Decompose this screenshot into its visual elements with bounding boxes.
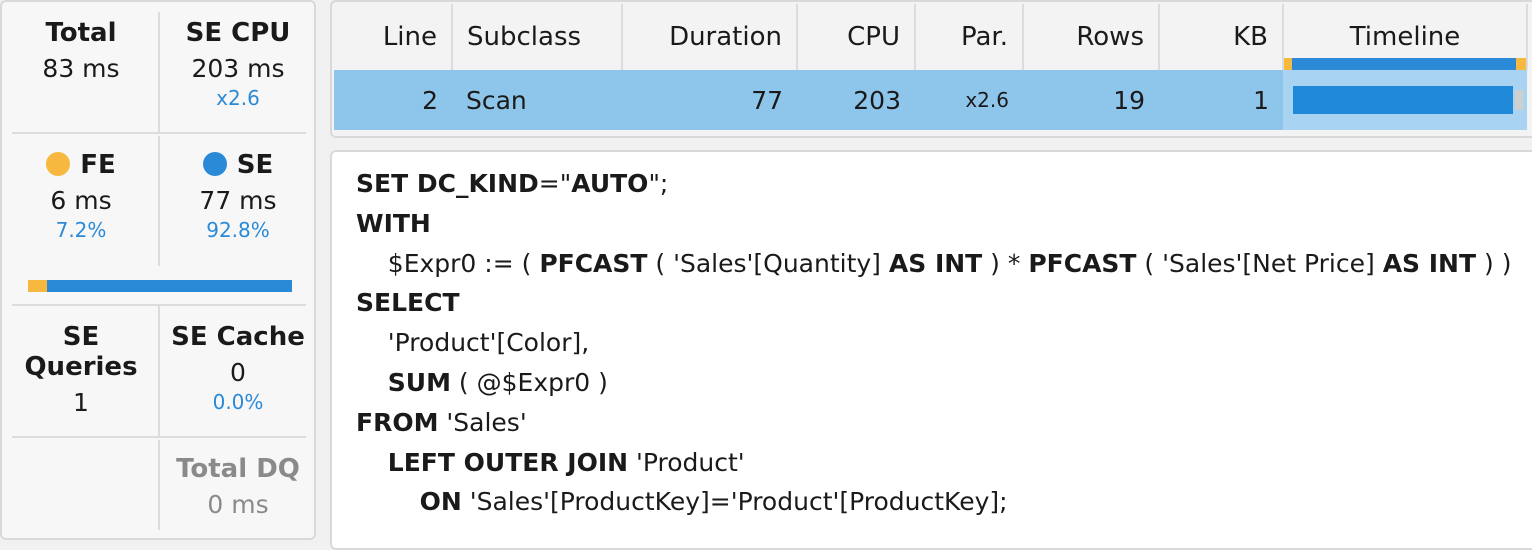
- fe-dot-icon: [46, 152, 71, 176]
- grid-header-row: Line Subclass Duration CPU Par. Rows KB …: [334, 4, 1528, 70]
- timeline-bar: [1293, 86, 1513, 114]
- se-bar-segment: [47, 280, 292, 292]
- query-token: 'Sales': [438, 407, 527, 437]
- query-keyword: ON: [419, 487, 462, 517]
- metrics-panel: Total 83 ms SE CPU 203 ms x2.6 FE 6 ms 7…: [0, 0, 316, 540]
- total-value: 83 ms: [42, 54, 120, 83]
- se-queries-grid-panel: Line Subclass Duration CPU Par. Rows KB …: [330, 0, 1532, 138]
- column-header-subclass[interactable]: Subclass: [452, 4, 623, 70]
- se-metric: SE 77 ms 92.8%: [160, 150, 316, 242]
- query-token: 'Product': [628, 447, 745, 477]
- se-queries-metric: SE Queries 1: [2, 322, 160, 418]
- fe-label: FE: [80, 150, 116, 180]
- total-dq-value: 0 ms: [207, 490, 269, 519]
- se-queries-label: SE Queries: [24, 322, 138, 382]
- cell-rows: 19: [1023, 70, 1159, 130]
- query-token: ( 'Sales'[Net Price]: [1136, 248, 1383, 278]
- cell-subclass: Scan: [452, 70, 622, 130]
- column-header-line[interactable]: Line: [334, 4, 453, 70]
- query-keyword: PFCAST: [1028, 248, 1137, 278]
- column-header-rows[interactable]: Rows: [1023, 4, 1160, 70]
- se-cpu-ratio: x2.6: [216, 86, 260, 110]
- query-text[interactable]: SET DC_KIND="AUTO"; WITH $Expr0 := ( PFC…: [356, 164, 1511, 522]
- query-line: FROM 'Sales': [356, 408, 527, 437]
- column-header-timeline[interactable]: Timeline: [1283, 4, 1528, 70]
- se-label: SE: [236, 150, 274, 180]
- query-keyword: WITH: [356, 208, 431, 238]
- se-cpu-value: 203 ms: [191, 54, 285, 83]
- query-token: ) *: [982, 248, 1029, 278]
- query-keyword: AS INT: [888, 248, 983, 278]
- se-queries-grid: Line Subclass Duration CPU Par. Rows KB …: [334, 4, 1528, 130]
- fe-bar-segment: [28, 280, 47, 292]
- divider: [12, 132, 306, 134]
- table-row[interactable]: 2 Scan 77 203 x2.6 19 1: [334, 70, 1527, 130]
- se-value: 77 ms: [199, 186, 277, 215]
- se-cache-metric: SE Cache 0 0.0%: [160, 322, 316, 414]
- timeline-end-marker: [1515, 90, 1523, 110]
- fe-metric: FE 6 ms 7.2%: [2, 150, 160, 242]
- se-cpu-label: SE CPU: [185, 18, 291, 48]
- query-token: 'Sales'[ProductKey]='Product'[ProductKey…: [461, 487, 1008, 517]
- query-token: =": [538, 169, 572, 198]
- se-cache-label: SE Cache: [171, 322, 305, 352]
- cell-kb: 1: [1159, 70, 1283, 130]
- query-token: ) ): [1476, 248, 1512, 278]
- query-line: SET DC_KIND="AUTO";: [356, 169, 668, 198]
- query-keyword: SELECT: [356, 288, 460, 318]
- query-line: $Expr0 := ( PFCAST ( 'Sales'[Quantity] A…: [356, 248, 1512, 278]
- query-token: ( 'Sales'[Quantity]: [647, 248, 889, 278]
- cell-timeline: [1283, 70, 1527, 130]
- query-token: 'Product'[Color],: [356, 328, 590, 358]
- cell-line: 2: [334, 70, 452, 130]
- se-cpu-metric: SE CPU 203 ms x2.6: [160, 18, 316, 110]
- cell-par: x2.6: [915, 70, 1023, 130]
- column-header-par[interactable]: Par.: [915, 4, 1024, 70]
- timeline-fe-end-marker: [1516, 58, 1526, 70]
- query-keyword: LEFT OUTER JOIN: [387, 447, 629, 477]
- se-cache-value: 0: [230, 358, 246, 387]
- column-header-duration[interactable]: Duration: [622, 4, 798, 70]
- query-token: [356, 448, 388, 477]
- query-keyword: SUM: [387, 367, 451, 397]
- timeline-overview-bar: [1284, 58, 1526, 70]
- se-cache-percent: 0.0%: [212, 390, 264, 414]
- query-line: WITH: [356, 209, 431, 238]
- column-header-cpu[interactable]: CPU: [797, 4, 916, 70]
- query-keyword: SET DC_KIND: [356, 169, 539, 198]
- cell-cpu: 203: [797, 70, 915, 130]
- query-token: ";: [648, 169, 669, 198]
- fe-value: 6 ms: [50, 186, 112, 215]
- query-token: [356, 487, 420, 516]
- query-text-panel[interactable]: SET DC_KIND="AUTO"; WITH $Expr0 := ( PFC…: [330, 150, 1532, 550]
- divider: [12, 436, 306, 438]
- fe-percent: 7.2%: [55, 218, 107, 242]
- query-keyword: AS INT: [1382, 248, 1477, 278]
- query-token: $Expr0 := (: [356, 248, 540, 278]
- query-line: SUM ( @$Expr0 ): [356, 368, 608, 397]
- query-line: LEFT OUTER JOIN 'Product': [356, 448, 745, 477]
- query-line: ON 'Sales'[ProductKey]='Product'[Product…: [356, 487, 1008, 516]
- total-metric: Total 83 ms: [2, 18, 160, 84]
- query-keyword: FROM: [356, 407, 439, 437]
- fe-se-split-bar: [28, 280, 292, 292]
- total-label: Total: [45, 18, 117, 48]
- query-line: 'Product'[Color],: [356, 328, 589, 357]
- cell-duration: 77: [622, 70, 797, 130]
- total-dq-label: Total DQ: [176, 454, 300, 484]
- query-keyword: AUTO: [571, 169, 649, 198]
- query-token: [356, 368, 388, 397]
- divider: [12, 304, 306, 306]
- timeline-fe-start-marker: [1284, 58, 1292, 70]
- column-header-kb[interactable]: KB: [1159, 4, 1284, 70]
- se-queries-value: 1: [73, 388, 89, 417]
- query-line: SELECT: [356, 288, 460, 317]
- timeline-header-label: Timeline: [1349, 22, 1461, 52]
- query-token: ( @$Expr0 ): [450, 367, 608, 397]
- total-dq-metric: Total DQ 0 ms: [160, 454, 316, 520]
- query-keyword: PFCAST: [539, 248, 648, 278]
- se-dot-icon: [202, 152, 227, 176]
- se-percent: 92.8%: [206, 218, 270, 242]
